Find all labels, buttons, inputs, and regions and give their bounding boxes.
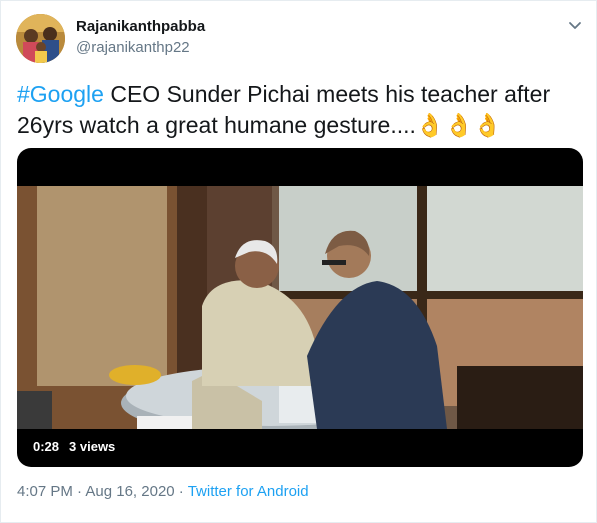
video-duration: 0:28: [33, 438, 60, 454]
user-handle[interactable]: @rajanikanthp22: [76, 39, 190, 56]
video-player[interactable]: 0:28 3 views: [17, 148, 583, 467]
tweet-text: #Google CEO Sunder Pichai meets his teac…: [17, 79, 577, 141]
meta-separator: ·: [72, 483, 86, 500]
tweet-source-link[interactable]: Twitter for Android: [188, 483, 309, 500]
avatar[interactable]: [16, 14, 65, 63]
tweet-date[interactable]: Aug 16, 2020: [85, 483, 174, 500]
display-name[interactable]: Rajanikanthpabba: [76, 18, 205, 35]
tweet-meta: 4:07 PM · Aug 16, 2020 · Twitter for And…: [17, 483, 309, 500]
tweet-card: Rajanikanthpabba @rajanikanthp22 #Google…: [0, 0, 597, 523]
chevron-down-icon[interactable]: [566, 16, 584, 34]
video-views: 3 views: [69, 438, 116, 454]
hashtag-link[interactable]: #Google: [17, 81, 104, 107]
tweet-text-line2: 26yrs watch a great humane gesture....: [17, 112, 416, 138]
ok-hand-emoji: 👌👌👌: [415, 112, 502, 138]
video-frame: [17, 186, 583, 429]
video-overlay: 0:28 3 views: [25, 434, 123, 458]
meta-separator: ·: [174, 483, 188, 500]
tweet-time[interactable]: 4:07 PM: [17, 483, 73, 500]
tweet-text-line1: CEO Sunder Pichai meets his teacher afte…: [103, 81, 551, 107]
